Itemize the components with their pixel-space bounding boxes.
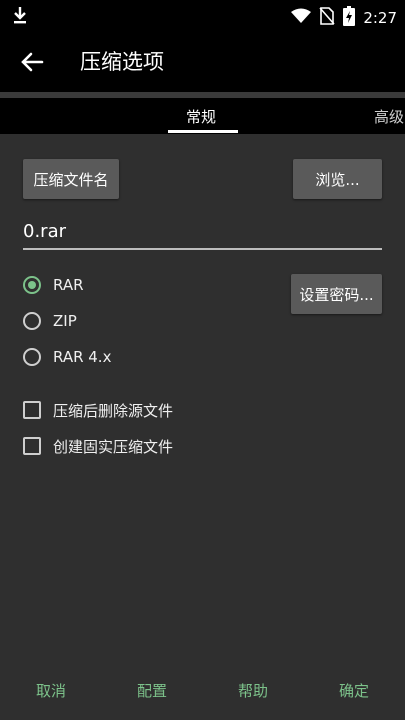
set-password-button[interactable]: 设置密码... [291,274,382,314]
option-label: 创建固实压缩文件 [53,437,174,456]
checkbox-icon[interactable] [23,401,41,419]
page-title: 压缩选项 [80,50,164,74]
status-bar: 2:27 [0,0,405,32]
option-label: 压缩后删除源文件 [53,401,174,420]
config-button[interactable]: 配置 [137,680,167,701]
radio-checked-icon[interactable] [23,276,41,294]
app-bar: 压缩选项 [0,32,405,92]
radio-unchecked-icon[interactable] [23,348,41,366]
no-sim-icon [319,7,335,29]
cancel-button[interactable]: 取消 [36,680,66,701]
tab-advanced[interactable]: 高级 [374,106,404,127]
format-option-rar[interactable]: RAR [23,273,84,297]
checkbox-icon[interactable] [23,437,41,455]
dialog-footer: 取消 配置 帮助 确定 [0,676,405,706]
archive-name-button[interactable]: 压缩文件名 [23,159,119,199]
option-solid-archive[interactable]: 创建固实压缩文件 [23,434,173,458]
format-option-zip[interactable]: ZIP [23,309,77,333]
tab-indicator [168,130,238,133]
format-label: ZIP [53,312,77,330]
format-label: RAR [53,276,84,294]
ok-button[interactable]: 确定 [339,680,369,701]
format-option-rar4[interactable]: RAR 4.x [23,345,111,369]
filename-input[interactable]: 0.rar [23,220,382,250]
back-arrow-icon[interactable] [16,46,48,78]
format-label: RAR 4.x [53,348,112,366]
radio-unchecked-icon[interactable] [23,312,41,330]
browse-button[interactable]: 浏览... [293,159,382,199]
status-time: 2:27 [363,9,397,27]
tab-bar: 常规 高级 [0,98,405,134]
tab-general[interactable]: 常规 [186,106,216,127]
wifi-icon [291,8,312,28]
option-delete-source[interactable]: 压缩后删除源文件 [23,398,173,422]
help-button[interactable]: 帮助 [238,680,268,701]
battery-icon [343,6,356,30]
download-icon [12,5,28,29]
